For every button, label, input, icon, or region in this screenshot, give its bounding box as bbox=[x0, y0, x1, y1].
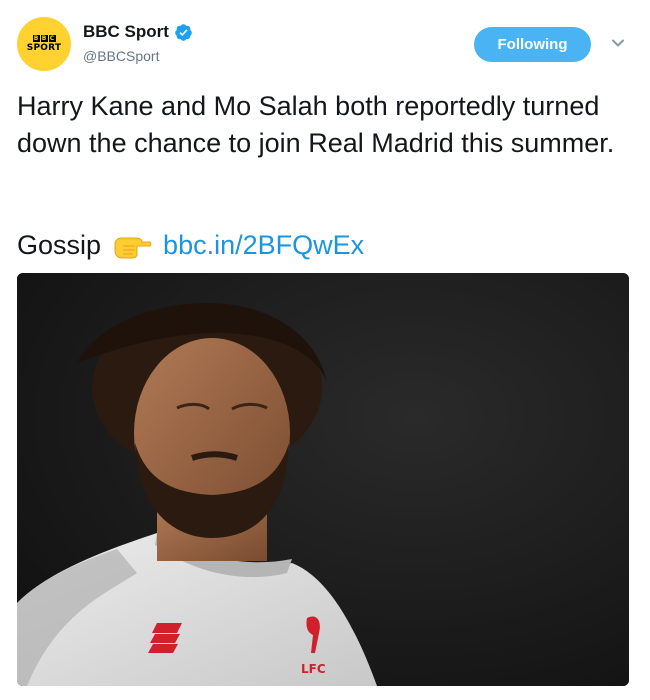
gossip-label: Gossip bbox=[17, 230, 102, 260]
avatar-bbc-letter: B bbox=[40, 35, 48, 42]
avatar-bbc-letter: B bbox=[32, 35, 40, 42]
tweet-link[interactable]: bbc.in/2BFQwEx bbox=[163, 227, 364, 264]
tweet-text: Harry Kane and Mo Salah both reportedly … bbox=[17, 88, 627, 162]
verified-badge-icon bbox=[175, 23, 192, 41]
avatar-bbc-blocks: B B C bbox=[32, 35, 56, 42]
chevron-down-icon[interactable] bbox=[610, 35, 626, 51]
avatar-bbc-letter: C bbox=[48, 35, 56, 42]
bbc-sport-logo-icon[interactable]: B B C SPORT bbox=[17, 17, 71, 71]
tweet-media-photo[interactable]: LFC bbox=[17, 273, 629, 686]
backhand-index-pointing-right-icon bbox=[114, 237, 152, 258]
tweet-card: B B C SPORT BBC Sport @BBCSport Followin… bbox=[0, 0, 650, 700]
player-photo: LFC bbox=[17, 273, 629, 686]
gossip-line: Gossip bbc.in/2BFQwEx bbox=[17, 227, 364, 264]
author-name-row: BBC Sport bbox=[83, 22, 193, 42]
following-button[interactable]: Following bbox=[474, 27, 591, 62]
author-display-name[interactable]: BBC Sport bbox=[83, 22, 169, 42]
media-badge-text: LFC bbox=[301, 662, 326, 676]
author-handle[interactable]: @BBCSport bbox=[83, 48, 159, 64]
tweet-body: Harry Kane and Mo Salah both reportedly … bbox=[17, 91, 615, 158]
avatar-sport-text: SPORT bbox=[26, 43, 62, 53]
